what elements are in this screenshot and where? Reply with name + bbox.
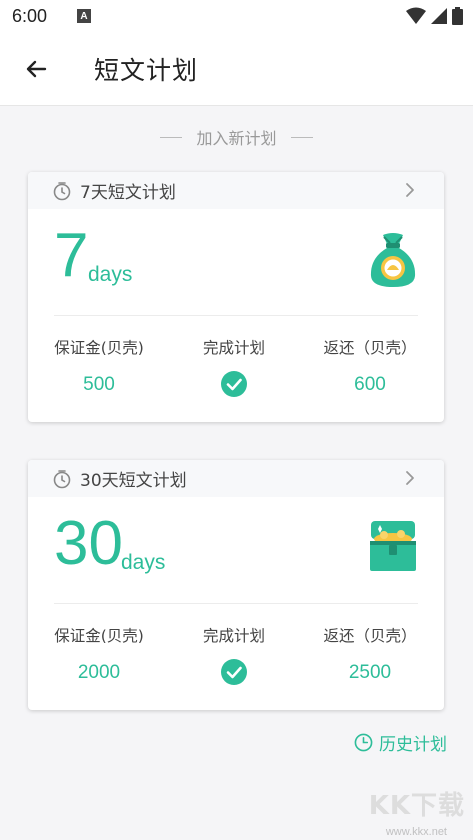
refund-value: 600 <box>354 374 386 395</box>
plan-duration: 30 days <box>28 497 444 603</box>
plan-card-header[interactable]: 30天短文计划 <box>28 460 444 497</box>
wifi-icon <box>406 7 426 24</box>
duration-number: 7 <box>54 221 89 290</box>
complete-label: 完成计划 <box>202 339 265 357</box>
plan-stats: 保证金(贝壳) 2000 完成计划 返还（贝壳） 2500 <box>28 604 444 710</box>
refund-label: 返还（贝壳） <box>323 627 417 645</box>
refund-column: 返还（贝壳） 600 <box>300 336 440 396</box>
signal-icon <box>431 8 447 24</box>
status-bar: 6:00 A <box>0 0 473 32</box>
watermark-logo: KK下载 <box>368 791 465 821</box>
divider-left <box>160 136 183 138</box>
back-button[interactable] <box>0 32 72 106</box>
duration-number: 30 <box>54 509 123 578</box>
clock-icon <box>354 733 373 752</box>
plan-duration: 7 days <box>28 209 444 315</box>
deposit-column: 保证金(贝壳) 500 <box>29 336 169 396</box>
duration-unit: days <box>121 551 166 574</box>
plan-card-title: 30天短文计划 <box>80 471 187 491</box>
plan-card-30day[interactable]: 30天短文计划 30 days 保证金(贝壳) 2000 完成计划 返还（贝壳）… <box>28 460 444 710</box>
history-plans-label: 历史计划 <box>379 735 447 755</box>
plan-card-header[interactable]: 7天短文计划 <box>28 172 444 209</box>
stopwatch-icon <box>53 469 71 488</box>
complete-column: 完成计划 <box>164 336 304 402</box>
chevron-right-icon <box>406 183 414 197</box>
complete-column: 完成计划 <box>164 624 304 690</box>
refund-column: 返还（贝壳） 2500 <box>300 624 440 684</box>
money-bag-icon <box>370 233 416 287</box>
deposit-label: 保证金(贝壳) <box>54 627 144 645</box>
notification-a-icon: A <box>77 9 92 23</box>
add-new-plan-label: 加入新计划 <box>196 129 277 148</box>
refund-value: 2500 <box>348 662 392 683</box>
divider-right <box>290 136 313 138</box>
status-time: 6:00 <box>12 5 48 26</box>
chevron-right-icon <box>406 471 414 485</box>
plan-card-title: 7天短文计划 <box>80 183 176 203</box>
duration-unit: days <box>88 263 133 286</box>
app-bar: 短文计划 <box>0 32 473 106</box>
stopwatch-icon <box>53 181 71 200</box>
complete-label: 完成计划 <box>202 627 265 645</box>
history-plans-link[interactable]: 历史计划 <box>354 730 447 755</box>
add-new-plan-button[interactable]: 加入新计划 <box>0 124 473 150</box>
battery-icon <box>452 7 463 25</box>
status-icons <box>406 7 463 25</box>
watermark-url: www.kkx.net <box>385 826 447 838</box>
plan-card-7day[interactable]: 7天短文计划 7 days 保证金(贝壳) 500 完成计划 返还（贝壳） 60… <box>28 172 444 422</box>
deposit-column: 保证金(贝壳) 2000 <box>29 624 169 684</box>
page-title: 短文计划 <box>94 55 199 85</box>
check-circle-icon <box>221 371 247 397</box>
deposit-value: 2000 <box>77 662 121 683</box>
check-circle-icon <box>221 659 247 685</box>
deposit-label: 保证金(贝壳) <box>54 339 144 357</box>
refund-label: 返还（贝壳） <box>323 339 417 357</box>
arrow-left-icon <box>26 60 47 77</box>
deposit-value: 500 <box>83 374 115 395</box>
plan-stats: 保证金(贝壳) 500 完成计划 返还（贝壳） 600 <box>28 316 444 422</box>
treasure-chest-icon <box>370 521 416 571</box>
